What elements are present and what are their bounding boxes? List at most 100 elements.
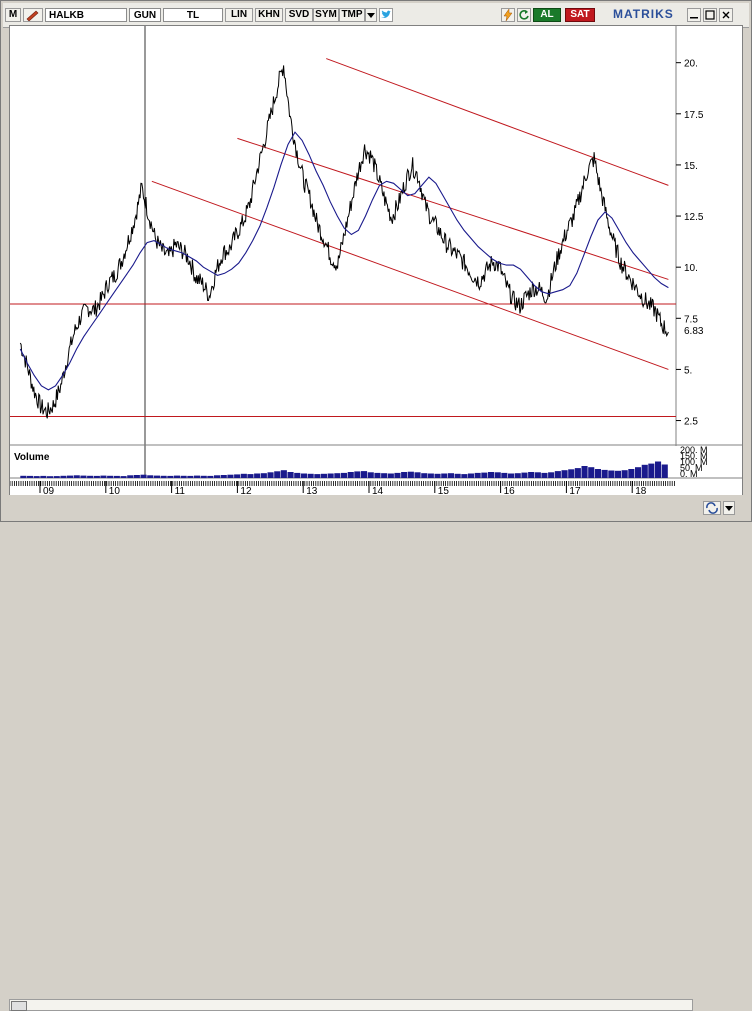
volume-bar bbox=[234, 474, 241, 478]
x-axis-band bbox=[10, 481, 676, 485]
volume-bar bbox=[100, 475, 107, 478]
volume-bar bbox=[80, 475, 87, 478]
volume-bar bbox=[280, 470, 287, 478]
close-icon bbox=[722, 11, 730, 19]
bottom-bar bbox=[3, 495, 749, 1011]
volume-bar bbox=[247, 474, 254, 478]
volume-bar bbox=[107, 475, 114, 479]
volume-bar bbox=[194, 475, 201, 478]
close-button[interactable] bbox=[719, 8, 733, 22]
volume-bar bbox=[621, 470, 628, 478]
lightning-button[interactable] bbox=[501, 8, 515, 22]
chevron-down-icon bbox=[725, 506, 733, 511]
expand-button[interactable] bbox=[723, 501, 735, 515]
scale-button[interactable]: LIN bbox=[225, 8, 253, 22]
minimize-button[interactable] bbox=[687, 8, 701, 22]
volume-bar bbox=[488, 472, 495, 478]
volume-bar bbox=[635, 467, 642, 478]
volume-bar bbox=[140, 474, 147, 478]
edit-icon[interactable] bbox=[23, 8, 43, 22]
volume-bar bbox=[474, 472, 481, 478]
volume-label: Volume bbox=[14, 452, 50, 463]
twitter-button[interactable] bbox=[379, 8, 393, 22]
sym-button[interactable]: SYM bbox=[313, 8, 339, 22]
volume-bar bbox=[187, 475, 194, 478]
volume-bar bbox=[655, 461, 662, 478]
tmp-button[interactable]: TMP bbox=[339, 8, 365, 22]
menu-button[interactable]: M bbox=[5, 8, 21, 22]
sell-button[interactable]: SAT bbox=[565, 8, 595, 22]
currency-selector[interactable]: TL bbox=[163, 8, 223, 22]
volume-bar bbox=[414, 472, 421, 478]
lightning-icon bbox=[503, 8, 513, 22]
pencil-icon bbox=[26, 10, 39, 22]
y-tick-label: 2.5 bbox=[684, 417, 698, 428]
volume-bar bbox=[401, 472, 408, 478]
y-tick-label: 15. bbox=[684, 161, 698, 172]
minimize-icon bbox=[690, 17, 698, 19]
time-scrollbar[interactable] bbox=[9, 999, 693, 1011]
volume-bar bbox=[601, 469, 608, 478]
scrollbar-thumb[interactable] bbox=[11, 1001, 27, 1011]
volume-bar bbox=[581, 466, 588, 478]
volume-bar bbox=[374, 472, 381, 478]
volume-bar bbox=[568, 469, 575, 478]
volume-bar bbox=[200, 475, 207, 479]
volume-bar bbox=[314, 474, 321, 478]
trend-channel-middle bbox=[237, 137, 669, 280]
volume-bar bbox=[548, 472, 555, 478]
refresh-icon bbox=[519, 10, 529, 20]
volume-bar bbox=[361, 471, 368, 478]
volume-bar bbox=[421, 473, 428, 478]
volume-bar bbox=[608, 470, 615, 478]
twitter-bird-icon bbox=[381, 10, 391, 18]
volume-bar bbox=[354, 471, 361, 478]
y-tick-label: 17.5 bbox=[684, 110, 704, 121]
volume-bar bbox=[367, 472, 374, 478]
volume-bar bbox=[227, 474, 234, 478]
y-tick-label: 5. bbox=[684, 365, 692, 376]
volume-bar bbox=[294, 472, 301, 478]
maximize-button[interactable] bbox=[703, 8, 717, 22]
volume-bar bbox=[47, 476, 54, 478]
volume-bar bbox=[73, 475, 80, 478]
volume-bar bbox=[514, 473, 521, 478]
volume-bar bbox=[481, 472, 488, 478]
dropdown-button[interactable] bbox=[365, 8, 377, 22]
volume-bar bbox=[307, 473, 314, 478]
volume-bar bbox=[300, 473, 307, 478]
volume-bar bbox=[394, 472, 401, 478]
refresh-button[interactable] bbox=[517, 8, 531, 22]
last-value-label: 6.83 bbox=[684, 326, 704, 337]
volume-bar bbox=[274, 471, 281, 479]
moving-average-line bbox=[19, 131, 669, 391]
volume-bar bbox=[347, 472, 354, 478]
chart-plot-area[interactable]: 20. 17.5 15. 12.5 10. 7.5 5. 2.5 6.83 Volume 200. … bbox=[9, 25, 743, 497]
volume-bar bbox=[508, 473, 515, 478]
buy-button[interactable]: AL bbox=[533, 8, 561, 22]
svd-button[interactable]: SVD bbox=[285, 8, 313, 22]
volume-bar bbox=[320, 473, 327, 478]
volume-bar bbox=[40, 475, 47, 478]
volume-bar bbox=[441, 473, 448, 478]
price-chart[interactable]: 20.17.515.12.510.7.55.2.56.83Volume200. … bbox=[9, 26, 742, 497]
volume-bar bbox=[447, 473, 454, 478]
volume-bar bbox=[147, 475, 154, 478]
volume-bar bbox=[534, 472, 541, 478]
price-series-line bbox=[19, 65, 669, 419]
volume-bar bbox=[501, 472, 508, 478]
volume-bar bbox=[494, 472, 501, 478]
volume-bar bbox=[127, 475, 134, 478]
khn-button[interactable]: KHN bbox=[255, 8, 283, 22]
volume-bar bbox=[561, 470, 568, 478]
period-selector[interactable]: GUN bbox=[129, 8, 161, 22]
volume-bar bbox=[387, 473, 394, 478]
sync-button[interactable] bbox=[703, 501, 721, 515]
volume-bar bbox=[541, 472, 548, 478]
volume-bar bbox=[648, 463, 655, 478]
volume-bar bbox=[521, 472, 528, 478]
volume-bar bbox=[574, 468, 581, 478]
volume-bar bbox=[467, 473, 474, 478]
symbol-field[interactable]: HALKB bbox=[45, 8, 127, 22]
volume-bar bbox=[113, 475, 120, 478]
